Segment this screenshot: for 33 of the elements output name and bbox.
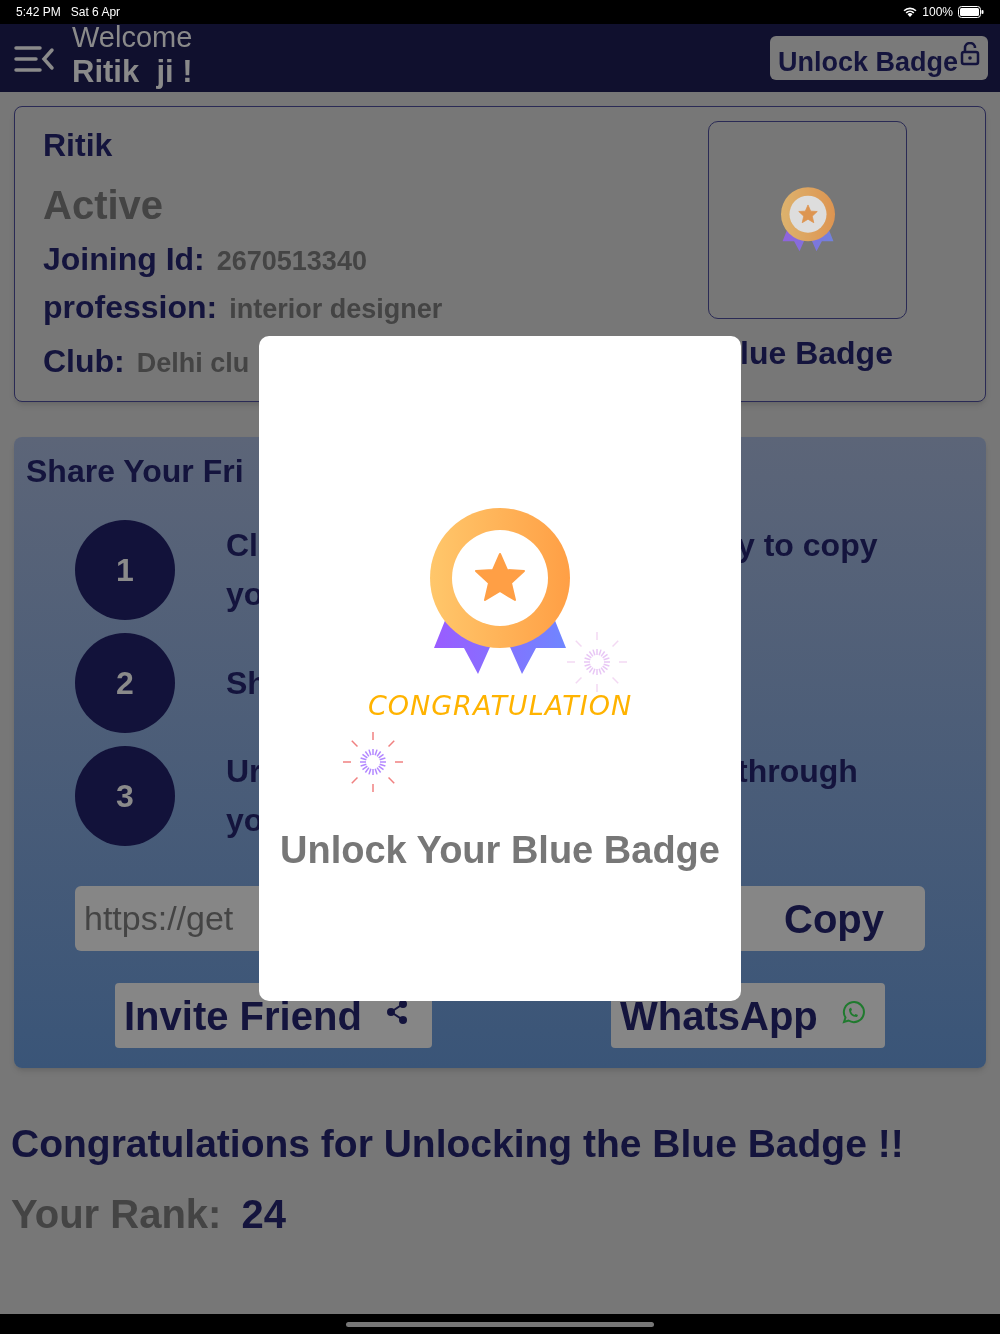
unlock-badge-button[interactable]: Unlock Badge bbox=[769, 36, 988, 80]
sparkle-icon bbox=[565, 630, 629, 694]
field-label: Joining Id: bbox=[43, 240, 205, 279]
copy-button[interactable]: Copy bbox=[743, 886, 925, 951]
battery-percent: 100% bbox=[922, 4, 953, 21]
step-number: 2 bbox=[75, 633, 175, 733]
share-title: Share Your Fri bbox=[26, 452, 245, 491]
status-time: 5:42 PM bbox=[16, 4, 61, 21]
menu-button[interactable] bbox=[14, 45, 56, 73]
badge-caption: lue Badge bbox=[740, 334, 894, 373]
user-greeting: Ritik ji ! bbox=[72, 53, 193, 91]
dialog-title: Unlock Your Blue Badge bbox=[280, 827, 720, 873]
welcome-text: Welcome bbox=[72, 24, 193, 52]
field-label: Club: bbox=[43, 342, 125, 381]
battery-icon bbox=[958, 6, 984, 18]
step-text: through bbox=[737, 752, 858, 791]
step-number: 1 bbox=[75, 520, 175, 620]
congratulations-message: Congratulations for Unlocking the Blue Badge !! bbox=[11, 1121, 905, 1167]
step-text: Ur bbox=[226, 752, 259, 791]
sparkle-icon bbox=[341, 730, 405, 794]
status-date: Sat 6 Apr bbox=[70, 4, 121, 21]
step-number: 3 bbox=[75, 746, 175, 846]
user-name: Ritik bbox=[43, 126, 114, 165]
rank-value: 24 bbox=[241, 1191, 286, 1238]
field-label: profession: bbox=[43, 288, 218, 327]
step-text: Cl bbox=[226, 526, 259, 565]
congratulation-caption: CONGRATULATION bbox=[367, 689, 633, 723]
lock-icon bbox=[960, 42, 980, 66]
menu-icon bbox=[14, 45, 56, 73]
wifi-icon bbox=[902, 6, 919, 18]
medal-icon bbox=[780, 187, 835, 253]
whatsapp-icon bbox=[839, 999, 866, 1026]
link-text: https://get bbox=[84, 898, 234, 939]
